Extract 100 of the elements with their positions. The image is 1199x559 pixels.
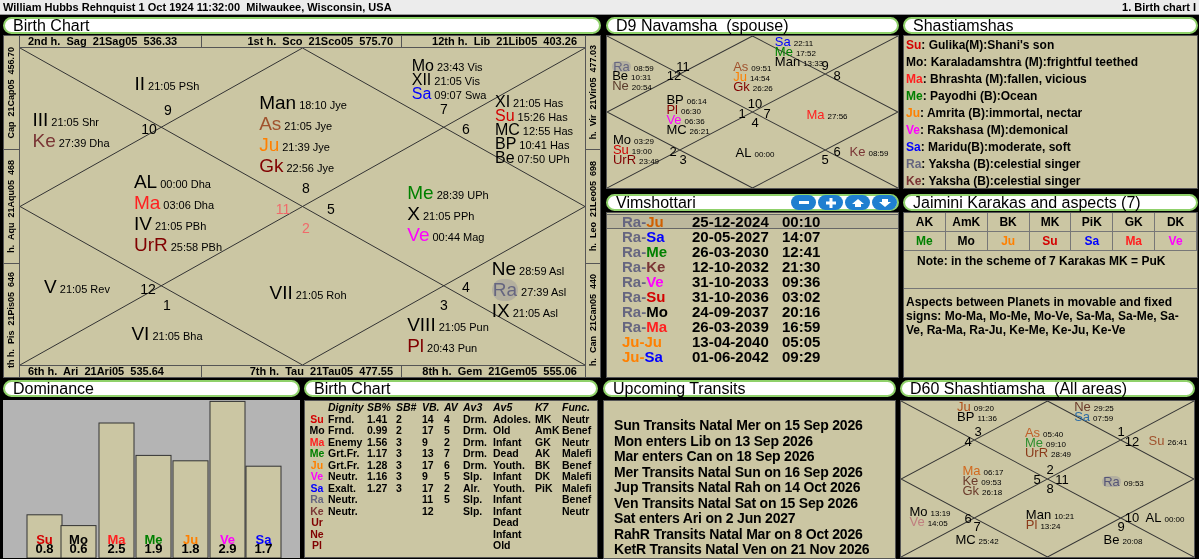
planet-degree: 22:11 xyxy=(793,39,814,49)
planet-abbr: Be xyxy=(494,151,515,165)
house-number: 6 xyxy=(462,121,470,137)
shastiamsha-line: Sa: Maridu(B):moderate, soft xyxy=(906,139,1072,156)
planet-degree: 26:21 xyxy=(689,127,710,137)
dasha-row[interactable]: Ra-Me 26-03-2030 12:41 xyxy=(607,244,898,259)
table-cell: Neutr xyxy=(562,504,590,517)
dasha-row[interactable]: Ra-Ju 25-12-2024 00:10 xyxy=(607,214,898,229)
planet-degree: 00:44 Mag xyxy=(432,229,485,245)
planet-name: Su xyxy=(310,412,324,425)
house-number: 4 xyxy=(751,115,759,129)
karaka-planet: Mo xyxy=(945,232,988,251)
planet-degree: 08:59 xyxy=(868,149,889,159)
table-cell: Alr. xyxy=(463,481,480,494)
dasha-time: 09:36 xyxy=(782,274,821,289)
shastiamsha-line: Su: Gulika(M):Shani's son xyxy=(906,37,1056,54)
dasha-row[interactable]: Ra-Ma 26-03-2039 16:59 xyxy=(607,319,898,334)
planet-abbr: X xyxy=(407,202,420,224)
planet-degree: 14:05 xyxy=(927,519,948,529)
house-label: h. Aqu 21Aqu05 468 xyxy=(7,160,16,253)
panel-title: Jaimini Karakas and aspects (7) xyxy=(913,195,1141,210)
planet-abbr: VII xyxy=(269,281,293,303)
planet-abbr: BP xyxy=(957,412,975,422)
dasha-lord: Ju-Ju xyxy=(622,334,663,349)
shastiamsha-line: Ju: Amrita (B):immortal, nectar xyxy=(906,105,1084,122)
planet-name: Ke xyxy=(310,504,324,517)
dasha-row[interactable]: Ra-Su 31-10-2036 03:02 xyxy=(607,289,898,304)
plus-icon xyxy=(825,197,836,208)
dasha-lord: Ra-Ma xyxy=(622,319,668,334)
planet-abbr: Gk xyxy=(259,155,284,176)
planet-degree: 28:49 xyxy=(1051,450,1072,460)
dasha-lord: Ra-Ve xyxy=(622,274,665,289)
planet-name: Ve xyxy=(310,470,324,482)
planet-abbr: Man xyxy=(1025,510,1052,520)
planet-name: Ju xyxy=(310,458,324,471)
dasha-lord: Ra-Su xyxy=(622,289,667,304)
planet-abbr: Pl xyxy=(407,335,425,356)
panel-title: Birth Chart xyxy=(314,381,391,396)
dasha-row[interactable]: Ra-Ve 31-10-2033 09:36 xyxy=(607,274,898,289)
planet-abbr: Ra xyxy=(1103,474,1120,489)
table-cell: Neutr xyxy=(562,412,590,425)
table-cell: 12 xyxy=(422,504,434,517)
dasha-row[interactable]: Ra-Mo 24-09-2037 20:16 xyxy=(607,304,898,319)
table-cell: 5 xyxy=(444,470,450,482)
table-cell: PiK xyxy=(535,481,553,494)
planet-abbr: Gk xyxy=(962,486,980,496)
table-cell: Slp. xyxy=(463,470,483,482)
house-number: 3 xyxy=(440,297,448,313)
planet-degree: 25:58 PBh xyxy=(170,240,223,255)
dasha-row[interactable]: Ra-Sa 20-05-2027 14:07 xyxy=(607,229,898,244)
scroll-down-button[interactable] xyxy=(872,195,897,210)
transit-line: Mar enters Can on 18 Sep 2026 xyxy=(614,449,816,465)
planet-abbr: VIII xyxy=(407,314,436,335)
planet-degree: 27:39 Dha xyxy=(58,136,110,151)
planet-abbr: As xyxy=(733,62,749,72)
table-cell: 1.56 xyxy=(367,435,388,448)
table-cell: 3 xyxy=(396,470,402,482)
table-cell: Youth. xyxy=(493,458,525,471)
planet-degree: 13:19 xyxy=(930,509,951,519)
planet-degree: 20:54 xyxy=(631,83,652,93)
transit-line: Mer Transits Natal Sun on 16 Sep 2026 xyxy=(614,464,864,480)
dasha-lord: Ra-Sa xyxy=(622,229,666,244)
dasha-date: 01-06-2042 xyxy=(692,349,770,364)
zoom-out-button[interactable] xyxy=(791,195,816,210)
table-cell: 2 xyxy=(396,412,402,425)
planet-abbr: Gk xyxy=(733,82,750,92)
planet-degree: 07:59 xyxy=(1093,414,1114,424)
planet-degree: 26:26 xyxy=(752,84,773,94)
planet-degree: 15:26 Has xyxy=(517,110,568,123)
house-label: 7th h. Tau 21Tau05 477.55 xyxy=(249,366,393,377)
zoom-in-button[interactable] xyxy=(818,195,843,210)
table-cell: Grt.Fr. xyxy=(328,458,360,471)
planet-abbr: AL xyxy=(735,148,752,158)
planet-degree: 18:10 Jye xyxy=(299,98,347,113)
planet-abbr: Pl xyxy=(1025,520,1038,530)
dasha-row[interactable]: Ju-Sa 01-06-2042 09:29 xyxy=(607,349,898,364)
planet-degree: 23:43 Vis xyxy=(436,60,483,74)
karaka-header: PiK xyxy=(1071,213,1114,232)
house-number: 12 xyxy=(1124,434,1140,448)
panel-title: Dominance xyxy=(13,381,94,396)
table-cell: Old xyxy=(493,539,511,551)
dasha-row[interactable]: Ju-Ju 13-04-2040 05:05 xyxy=(607,334,898,349)
planet-degree: 21:05 Rev xyxy=(59,281,110,297)
planet-name: Ne xyxy=(310,527,324,540)
table-cell: 1.27 xyxy=(367,481,388,494)
table-cell: 13 xyxy=(422,447,434,459)
planet-abbr: XI xyxy=(494,95,511,109)
dasha-row[interactable]: Ra-Ke 12-10-2032 21:30 xyxy=(607,259,898,274)
dasha-lord: Ra-Ke xyxy=(622,259,667,274)
house-number: 9 xyxy=(1117,519,1125,533)
planet-abbr: XII xyxy=(411,73,432,87)
planet-abbr: Mo xyxy=(612,135,631,145)
table-cell: 9 xyxy=(422,435,428,448)
table-cell: 0.99 xyxy=(367,424,388,436)
column-header: SB# xyxy=(395,402,418,414)
scroll-up-button[interactable] xyxy=(845,195,870,210)
house-number: 5 xyxy=(821,152,829,166)
planet-degree: 21:05 Bha xyxy=(152,328,203,344)
minus-icon xyxy=(798,200,809,205)
planet-degree: 20:43 Pun xyxy=(427,341,478,356)
